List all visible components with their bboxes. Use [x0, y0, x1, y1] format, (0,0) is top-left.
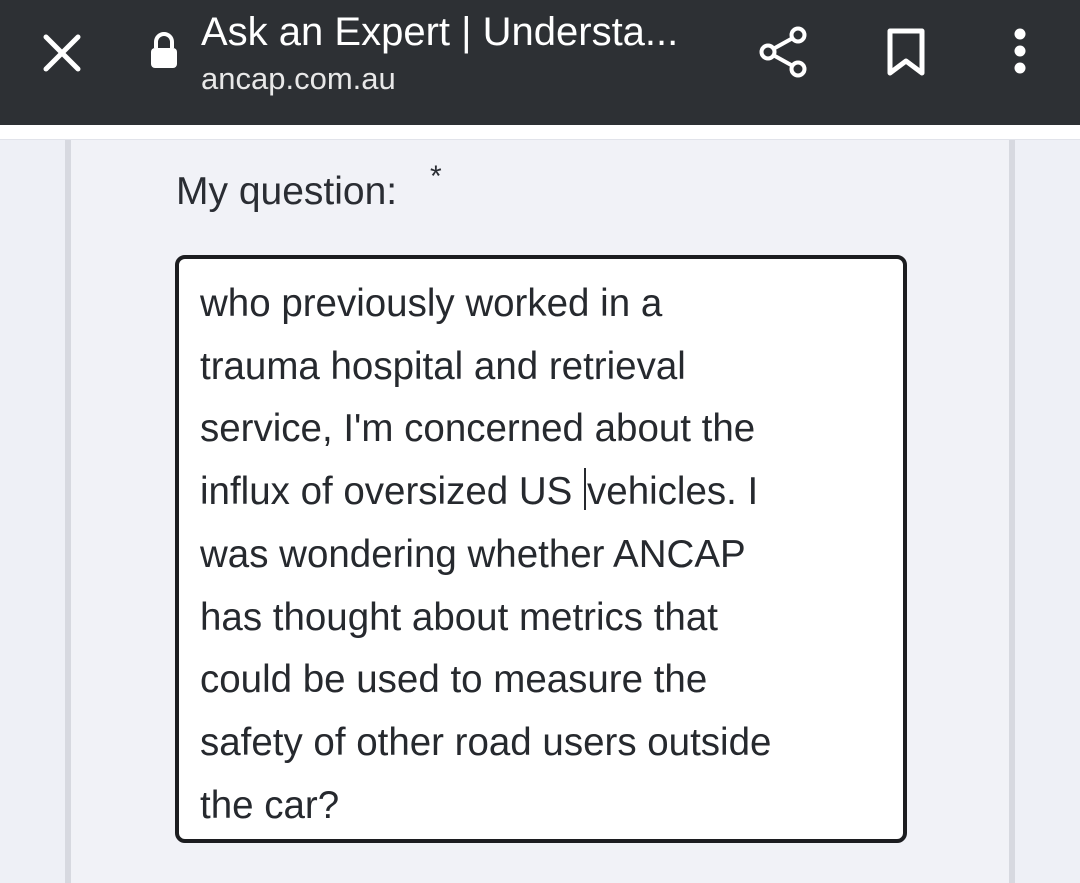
- page-url: ancap.com.au: [201, 61, 396, 96]
- question-line-5: was wondering whether ANCAP: [200, 532, 746, 576]
- more-icon[interactable]: [1006, 26, 1034, 76]
- share-icon[interactable]: [756, 24, 810, 80]
- lock-icon: [151, 32, 177, 68]
- question-line-6: has thought about metrics that: [200, 595, 718, 639]
- required-asterisk: *: [430, 160, 442, 193]
- question-textarea[interactable]: who previously worked in a trauma hospit…: [175, 255, 907, 843]
- browser-top-bar: Ask an Expert | Understa... ancap.com.au: [0, 0, 1080, 125]
- question-label: My question:: [176, 170, 398, 213]
- question-line-4-before-caret: influx of oversized US: [200, 470, 584, 514]
- question-line-4: influx of oversized US vehicles. I: [200, 461, 883, 524]
- question-line-3: service, I'm concerned about the: [200, 407, 756, 451]
- text-cursor: [584, 468, 587, 511]
- question-line-8: safety of other road users outside: [200, 720, 772, 764]
- question-line-9: the car?: [200, 783, 340, 827]
- question-line-1: who previously worked in a: [200, 282, 663, 325]
- page-top-strip: [0, 125, 1080, 140]
- question-line-4-after-caret: vehicles. I: [587, 470, 759, 514]
- close-icon[interactable]: [40, 31, 84, 75]
- question-line-7: could be used to measure the: [200, 658, 708, 702]
- bookmark-icon[interactable]: [884, 27, 928, 77]
- question-line-2: trauma hospital and retrieval: [200, 344, 686, 388]
- page-title: Ask an Expert | Understa...: [201, 10, 679, 54]
